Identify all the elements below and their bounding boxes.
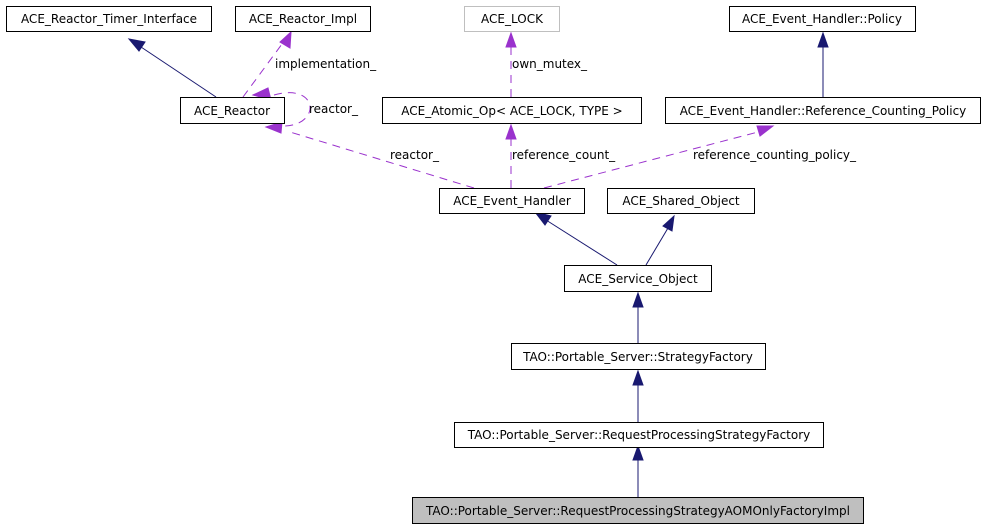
edge-strategy-factory-to-service-object [632, 291, 644, 343]
node-ace-reactor[interactable]: ACE_Reactor [180, 97, 285, 124]
node-label: ACE_Shared_Object [622, 194, 740, 208]
node-ace-lock[interactable]: ACE_LOCK [464, 6, 560, 32]
node-label: ACE_Service_Object [578, 272, 698, 286]
node-tao-strategy-factory[interactable]: TAO::Portable_Server::StrategyFactory [511, 343, 766, 370]
inheritance-arrowhead [632, 369, 644, 386]
node-label: ACE_Event_Handler [453, 194, 571, 208]
node-ace-reactor-impl[interactable]: ACE_Reactor_Impl [235, 6, 371, 32]
node-label: TAO::Portable_Server::RequestProcessingS… [425, 504, 850, 518]
edge-atomic-op-to-ace-lock: own_mutex_ [505, 31, 588, 97]
edge-rps-factory-to-strategy-factory [632, 369, 644, 422]
usage-arrowhead [505, 31, 517, 48]
node-label: ACE_Reactor_Impl [249, 12, 357, 26]
edge-service-object-to-shared-object [645, 214, 675, 266]
node-label: ACE_Event_Handler::Reference_Counting_Po… [680, 104, 967, 118]
usage-arrowhead [279, 30, 292, 49]
node-tao-aom-only-factory-impl[interactable]: TAO::Portable_Server::RequestProcessingS… [412, 497, 864, 524]
edge-service-object-to-event-handler [533, 211, 618, 266]
edge-reactor-to-reactor-impl: implementation_ [242, 30, 377, 98]
edge-reactor-to-timer-interface [127, 38, 217, 98]
edge-event-handler-to-reactor: reactor_ [289, 131, 475, 189]
node-label: ACE_Atomic_Op< ACE_LOCK, TYPE > [401, 104, 622, 118]
node-label: TAO::Portable_Server::StrategyFactory [522, 350, 753, 364]
node-ace-reference-counting-policy[interactable]: ACE_Event_Handler::Reference_Counting_Po… [665, 97, 981, 124]
inheritance-arrowhead [817, 31, 829, 48]
edge-label-reactor-self: reactor_ [309, 102, 359, 116]
node-label: ACE_LOCK [481, 12, 544, 26]
inheritance-arrowhead [632, 444, 644, 461]
usage-arrowhead [756, 125, 775, 137]
node-label: ACE_Reactor [194, 104, 270, 118]
node-label: ACE_Event_Handler::Policy [742, 12, 902, 26]
inheritance-arrowhead [632, 291, 644, 308]
edge-label-implementation: implementation_ [275, 57, 377, 71]
edge-label-own-mutex: own_mutex_ [512, 57, 588, 71]
node-ace-service-object[interactable]: ACE_Service_Object [564, 265, 712, 292]
collaboration-diagram: implementation_ reactor_ own_mutex_ reac… [6, 6, 981, 524]
node-tao-request-processing-strategy-factory[interactable]: TAO::Portable_Server::RequestProcessingS… [454, 422, 824, 448]
edge-label-reference-counting-policy: reference_counting_policy_ [693, 148, 857, 162]
edge-label-reference-count: reference_count_ [512, 148, 616, 162]
inheritance-arrowhead [127, 38, 146, 52]
edge-aom-impl-to-rps-factory [632, 444, 644, 497]
edge-event-handler-to-atomic-op: reference_count_ [505, 123, 616, 188]
node-ace-event-handler-policy[interactable]: ACE_Event_Handler::Policy [729, 6, 916, 32]
node-label: TAO::Portable_Server::RequestProcessingS… [467, 428, 811, 442]
inheritance-arrowhead [662, 214, 675, 232]
node-label: ACE_Reactor_Timer_Interface [21, 12, 197, 26]
node-ace-shared-object[interactable]: ACE_Shared_Object [607, 188, 755, 214]
node-ace-reactor-timer-interface[interactable]: ACE_Reactor_Timer_Interface [6, 6, 212, 32]
edge-label-reactor: reactor_ [390, 148, 440, 162]
edge-ref-policy-to-eh-policy [817, 31, 829, 97]
node-ace-event-handler[interactable]: ACE_Event_Handler [439, 188, 585, 214]
node-ace-atomic-op[interactable]: ACE_Atomic_Op< ACE_LOCK, TYPE > [382, 97, 642, 124]
usage-arrowhead [505, 123, 517, 140]
